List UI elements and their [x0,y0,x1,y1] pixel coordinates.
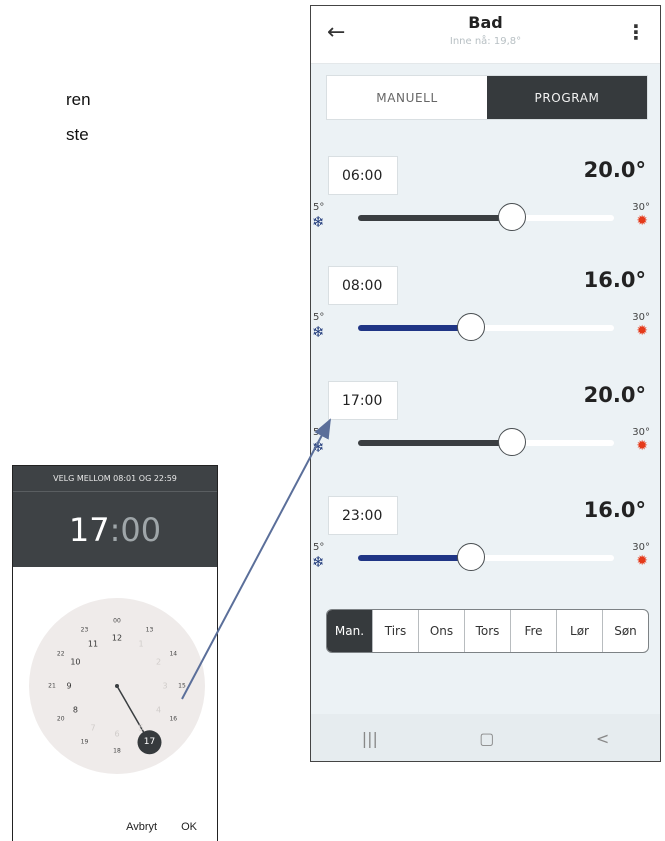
annotation-arrow [181,418,331,700]
dial-hour-17[interactable]: 17 [144,737,155,747]
